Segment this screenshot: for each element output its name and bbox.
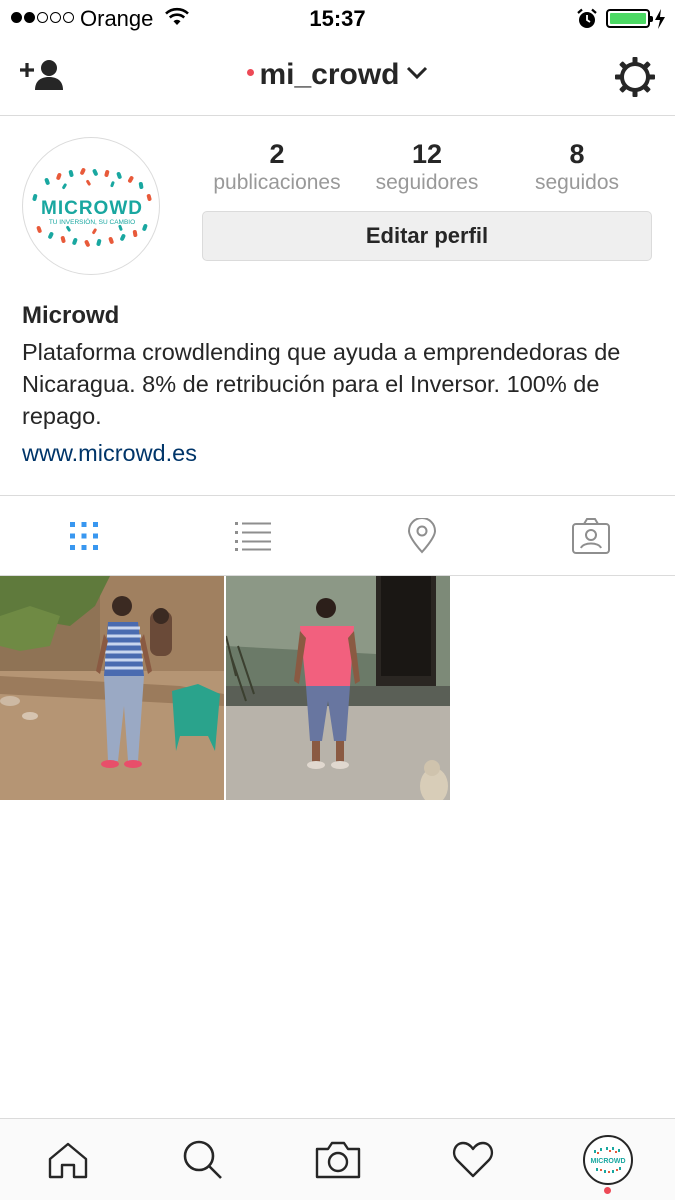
avatar-tagline: TU INVERSIÓN, SU CAMBIO [49,217,135,226]
search-icon [183,1140,222,1179]
stat-followers[interactable]: 12 seguidores [352,138,502,196]
tagged-photos-icon [571,518,610,554]
post-thumbnail-1[interactable] [0,576,224,800]
tab-grid[interactable] [0,496,169,576]
profile-notification-dot [604,1187,611,1194]
stat-posts[interactable]: 2 publicaciones [202,138,352,196]
grid-icon [70,522,99,550]
heart-icon [452,1141,493,1178]
alarm-clock-icon [577,8,597,28]
tab-search[interactable] [135,1119,270,1200]
battery-icon [606,9,653,28]
profile-view-tabs [0,495,675,576]
stat-posts-count: 2 [269,139,285,169]
profile-avatar-icon: MICROWD [582,1135,633,1185]
bio-website-link[interactable]: www.microwd.es [22,437,662,469]
location-pin-icon [407,518,436,554]
username-label: mi_crowd [259,58,400,91]
chevron-down-icon [406,67,427,80]
charging-bolt-icon [655,9,665,29]
post-thumbnail-2[interactable] [226,576,450,800]
profile-display-name: Microwd [22,302,120,329]
stat-followers-count: 12 [411,139,443,169]
settings-gear-icon[interactable] [614,56,656,98]
bottom-tab-bar: MICROWD [0,1118,675,1200]
notification-dot [247,68,255,76]
home-icon [48,1142,87,1179]
stat-following-label: seguidos [534,171,620,194]
bio-text: Plataforma crowdlending que ayuda a empr… [22,339,621,429]
status-time: 15:37 [309,6,366,31]
tab-home[interactable] [0,1119,135,1200]
tab-camera[interactable] [270,1119,405,1200]
tab-list[interactable] [169,496,338,576]
microwd-logo: MICROWD TU INVERSIÓN, SU CAMBIO [32,168,152,247]
tab-map[interactable] [338,496,507,576]
stat-followers-label: seguidores [375,171,479,194]
list-icon [235,522,272,551]
edit-profile-button[interactable]: Editar perfil [202,211,652,261]
profile-avatar[interactable]: MICROWD TU INVERSIÓN, SU CAMBIO [22,137,160,275]
mini-logo-text: MICROWD [590,1158,625,1165]
tab-tagged[interactable] [506,496,675,576]
status-bar: Orange 15:37 [0,0,675,38]
profile-bio: Microwd Plataforma crowdlending que ayud… [22,300,662,469]
profile-stats: 2 publicaciones 12 seguidores 8 seguidos [202,138,652,196]
stat-following-count: 8 [569,139,585,169]
stat-following[interactable]: 8 seguidos [502,138,652,196]
stat-posts-label: publicaciones [213,171,341,194]
top-nav-bar: mi_crowd [0,38,675,116]
tab-activity[interactable] [405,1119,540,1200]
avatar-logo-text: MICROWD [41,198,143,219]
username-switcher[interactable]: mi_crowd [0,58,675,92]
posts-grid [0,576,675,800]
camera-icon [315,1141,360,1179]
tab-profile[interactable]: MICROWD [540,1119,675,1200]
